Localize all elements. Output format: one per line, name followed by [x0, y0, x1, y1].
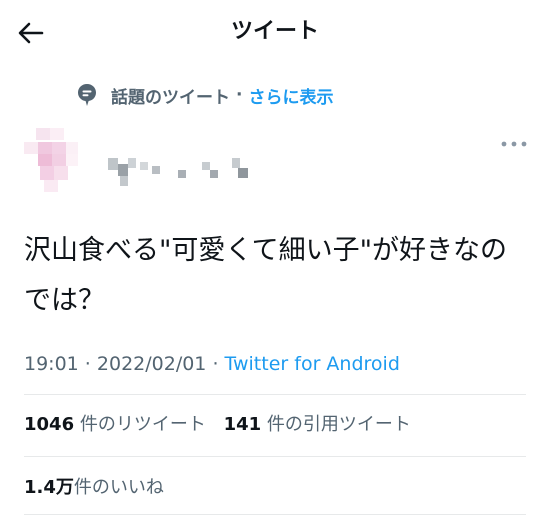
tweet-text: 沢山食べる"可愛くて細い子"が好きなのでは？	[24, 235, 508, 316]
quotes-count: 141	[223, 414, 262, 435]
show-more-link[interactable]: さらに表示	[248, 83, 333, 108]
quotes-label: 件の引用ツイート	[266, 414, 411, 435]
divider	[24, 394, 526, 395]
more-horizontal-icon	[501, 141, 527, 147]
retweet-stats-row: 1046 件のリツイート 141 件の引用ツイート	[24, 411, 423, 439]
blurred-username[interactable]	[106, 154, 256, 190]
topic-bubble-icon	[78, 84, 96, 106]
retweets-count: 1046	[24, 414, 75, 435]
tweet-date[interactable]: 2022/02/01	[97, 353, 207, 375]
divider	[24, 514, 526, 515]
likes-count: 1.4万	[24, 477, 74, 498]
tweet-time[interactable]: 19:01	[24, 353, 79, 375]
avatar[interactable]	[22, 124, 98, 200]
likes-stat[interactable]: 1.4万件のいいね	[24, 474, 164, 502]
divider	[24, 456, 526, 457]
meta-separator: ·	[206, 353, 225, 375]
more-button[interactable]	[498, 136, 530, 152]
page-title: ツイート	[230, 19, 319, 44]
quotes-stat[interactable]: 141 件の引用ツイート	[224, 414, 411, 435]
topic-row: 話題のツイート · さらに表示	[77, 82, 333, 108]
meta-separator: ·	[78, 353, 97, 375]
topic-separator: ·	[236, 85, 243, 105]
blurred-avatar	[22, 124, 98, 200]
topic-label: 話題のツイート	[111, 87, 230, 108]
retweets-label: 件のリツイート	[79, 414, 206, 435]
header: ツイート	[0, 0, 550, 64]
retweets-stat[interactable]: 1046 件のリツイート	[24, 414, 206, 435]
tweet-meta: 19:01 · 2022/02/01 · Twitter for Android	[24, 350, 400, 378]
tweet-source-link[interactable]: Twitter for Android	[225, 353, 400, 375]
likes-label: 件のいいね	[73, 477, 164, 498]
